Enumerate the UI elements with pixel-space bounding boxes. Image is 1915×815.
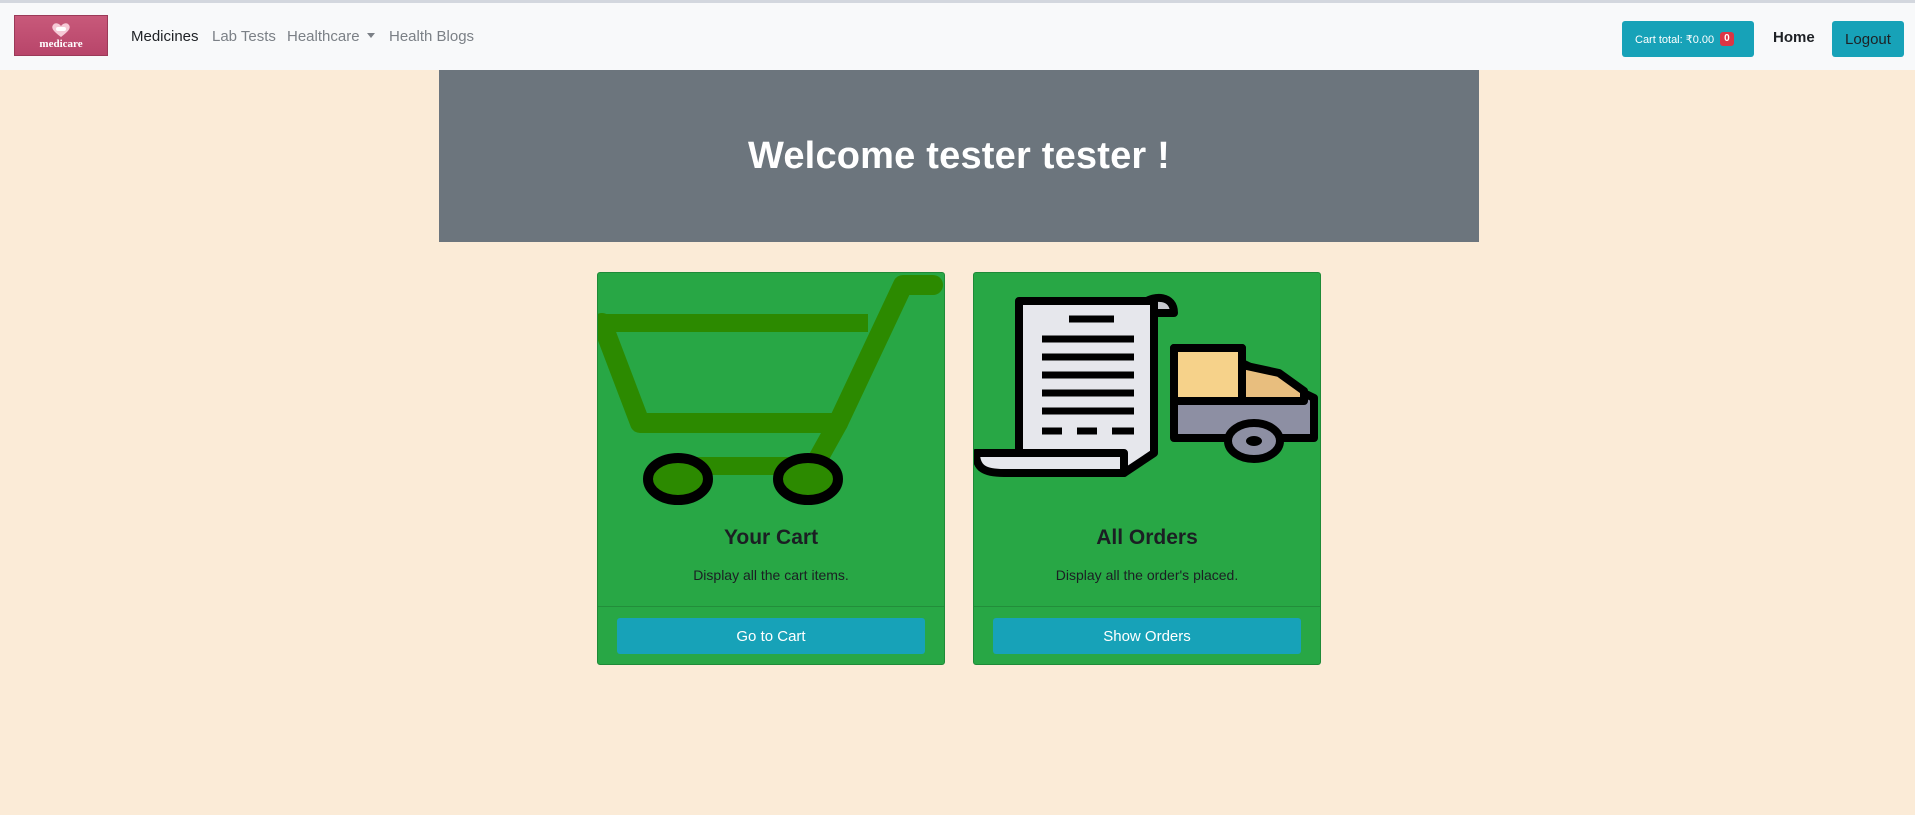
go-to-cart-button[interactable]: Go to Cart xyxy=(617,618,925,654)
nav-health-blogs[interactable]: Health Blogs xyxy=(389,28,474,45)
welcome-title: Welcome tester tester ! xyxy=(747,134,1171,177)
nav-medicines[interactable]: Medicines xyxy=(131,28,199,45)
cart-icon xyxy=(598,275,943,505)
orders-card-title: All Orders xyxy=(1096,526,1198,549)
cart-card-text: Display all the cart items. xyxy=(693,567,849,583)
cart-card-title: Your Cart xyxy=(723,526,819,549)
welcome-banner: Welcome tester tester ! xyxy=(439,70,1479,242)
heart-pill-icon xyxy=(52,22,70,37)
cart-card: Your Cart Display all the cart items. Go… xyxy=(597,272,945,665)
chevron-down-icon xyxy=(366,33,375,38)
cart-total-label: Cart total: ₹0.00 xyxy=(1635,33,1715,46)
show-orders-button[interactable]: Show Orders xyxy=(993,618,1301,654)
orders-delivery-icon xyxy=(974,293,1318,477)
brand-logo[interactable]: medicare xyxy=(14,15,108,56)
cart-total-button[interactable]: Cart total: ₹0.00 0 xyxy=(1622,21,1754,57)
cart-count-badge: 0 xyxy=(1720,32,1734,46)
orders-card-divider xyxy=(974,606,1320,607)
logout-button[interactable]: Logout xyxy=(1832,21,1904,57)
nav-healthcare-dropdown[interactable]: Healthcare xyxy=(287,28,375,45)
nav-healthcare-label: Healthcare xyxy=(287,28,360,45)
orders-card-text: Display all the order's placed. xyxy=(1055,567,1239,583)
brand-logo-text: medicare xyxy=(39,37,83,50)
nav-home[interactable]: Home xyxy=(1773,29,1815,46)
nav-lab-tests[interactable]: Lab Tests xyxy=(212,28,276,45)
navbar: medicare Medicines Lab Tests Healthcare … xyxy=(0,3,1915,70)
cart-card-divider xyxy=(598,606,944,607)
orders-card: All Orders Display all the order's place… xyxy=(973,272,1321,665)
